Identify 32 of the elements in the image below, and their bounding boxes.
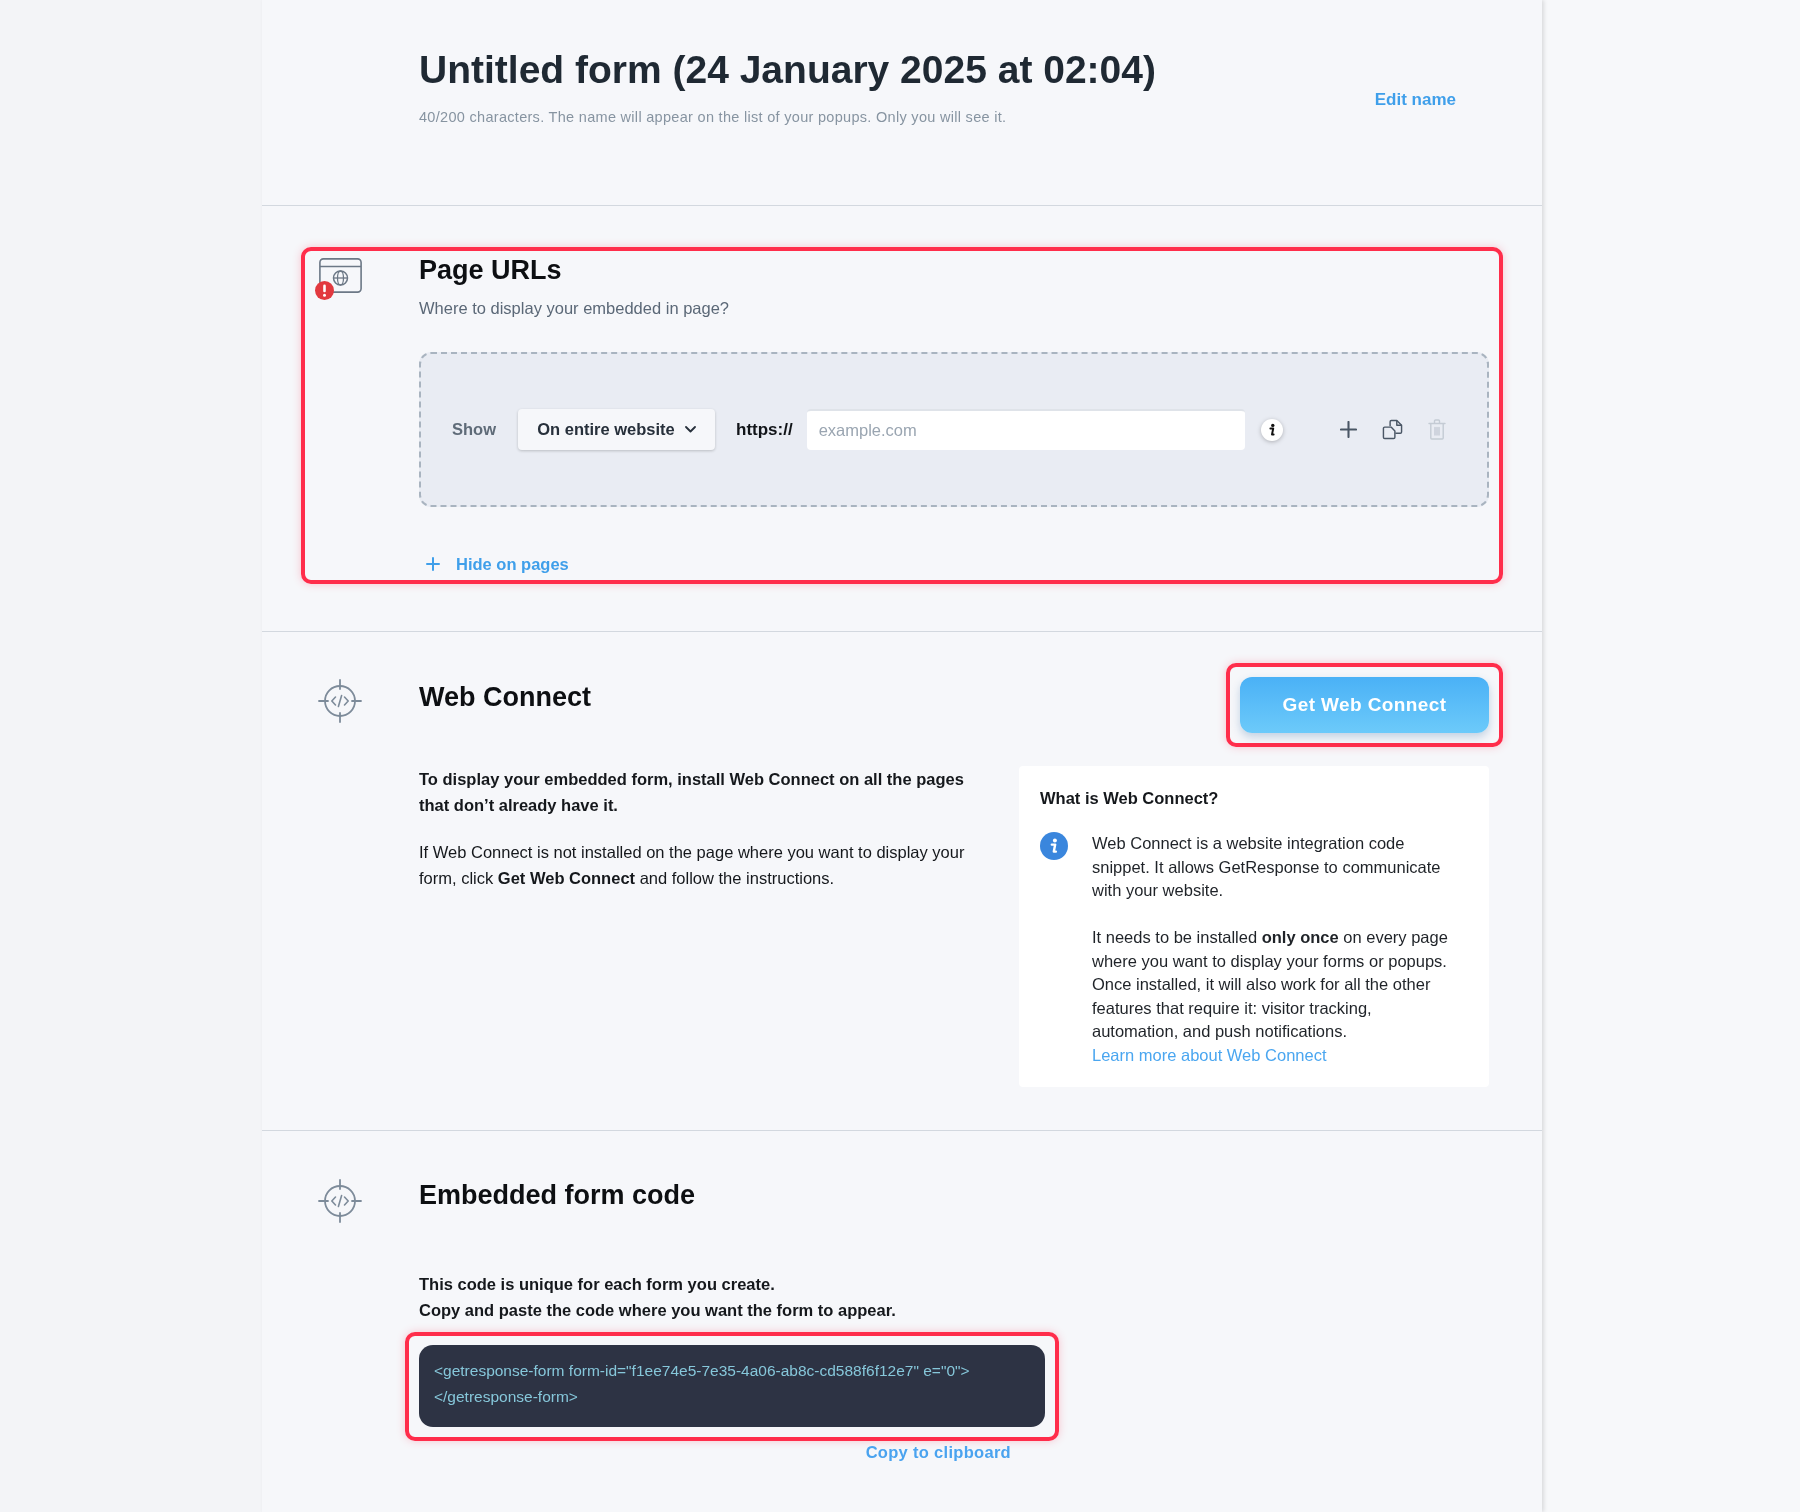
code-target-icon	[318, 679, 362, 723]
section-description: Where to display your embedded in page?	[419, 298, 730, 319]
info-text: Web Connect is a website integration code snippet. It allows GetResponse to communicate with your website.	[1092, 833, 1442, 901]
paragraph: To display your embedded form, install Web Connect on all the pages that don’t already have it.	[419, 769, 965, 816]
instruction-text: This code is unique for each form you create.	[419, 1274, 775, 1295]
copy-to-clipboard-link[interactable]: Copy to clipboard	[865, 1441, 1011, 1463]
browser-globe-icon	[319, 258, 362, 293]
show-label: Show	[452, 419, 496, 441]
code-snippet: <getresponse-form form-id="f1ee74e5-7e35-4a06-ab8c-cd588f6f12e7" e="0"> </getresponse-form>	[419, 1345, 1045, 1427]
paragraph: If Web Connect is not installed on the page where you want to display your form, click Get Web Connect and follow the instructions.	[419, 842, 966, 889]
plus-icon	[426, 557, 440, 571]
chevron-down-icon	[684, 426, 696, 433]
info-icon[interactable]	[1259, 417, 1284, 442]
section-heading: Embedded form code	[419, 1179, 696, 1212]
learn-more-link[interactable]: Learn more about Web Connect	[1092, 1043, 1327, 1067]
hide-on-pages-link[interactable]: Hide on pages	[426, 552, 569, 576]
info-icon	[1040, 832, 1068, 860]
display-mode-dropdown[interactable]: On entire website	[518, 409, 715, 450]
copy-icon[interactable]	[1381, 419, 1403, 440]
protocol-label: https://	[736, 418, 793, 441]
form-title: Untitled form (24 January 2025 at 02:04)	[419, 47, 1156, 93]
code-target-icon	[318, 1179, 362, 1223]
title-hint: 40/200 characters. The name will appear on the list of your popups. Only you will see it.	[419, 108, 1007, 127]
info-text: It needs to be installed only once on every page where you want to display your forms or popups. Once installed, it will also work for all the other features that require it: visitor tracking, automation, and push notifications.	[1092, 927, 1449, 1042]
section-heading: Page URLs	[419, 254, 562, 287]
instruction-text: Copy and paste the code where you want the form to appear.	[419, 1300, 896, 1321]
info-card-title: What is Web Connect?	[1040, 788, 1219, 809]
get-web-connect-button[interactable]: Get Web Connect	[1240, 677, 1489, 733]
plus-icon[interactable]	[1339, 421, 1357, 438]
section-heading: Web Connect	[419, 681, 591, 714]
url-input[interactable]: example.com	[806, 409, 1245, 450]
edit-name-link[interactable]: Edit name	[1374, 89, 1456, 111]
